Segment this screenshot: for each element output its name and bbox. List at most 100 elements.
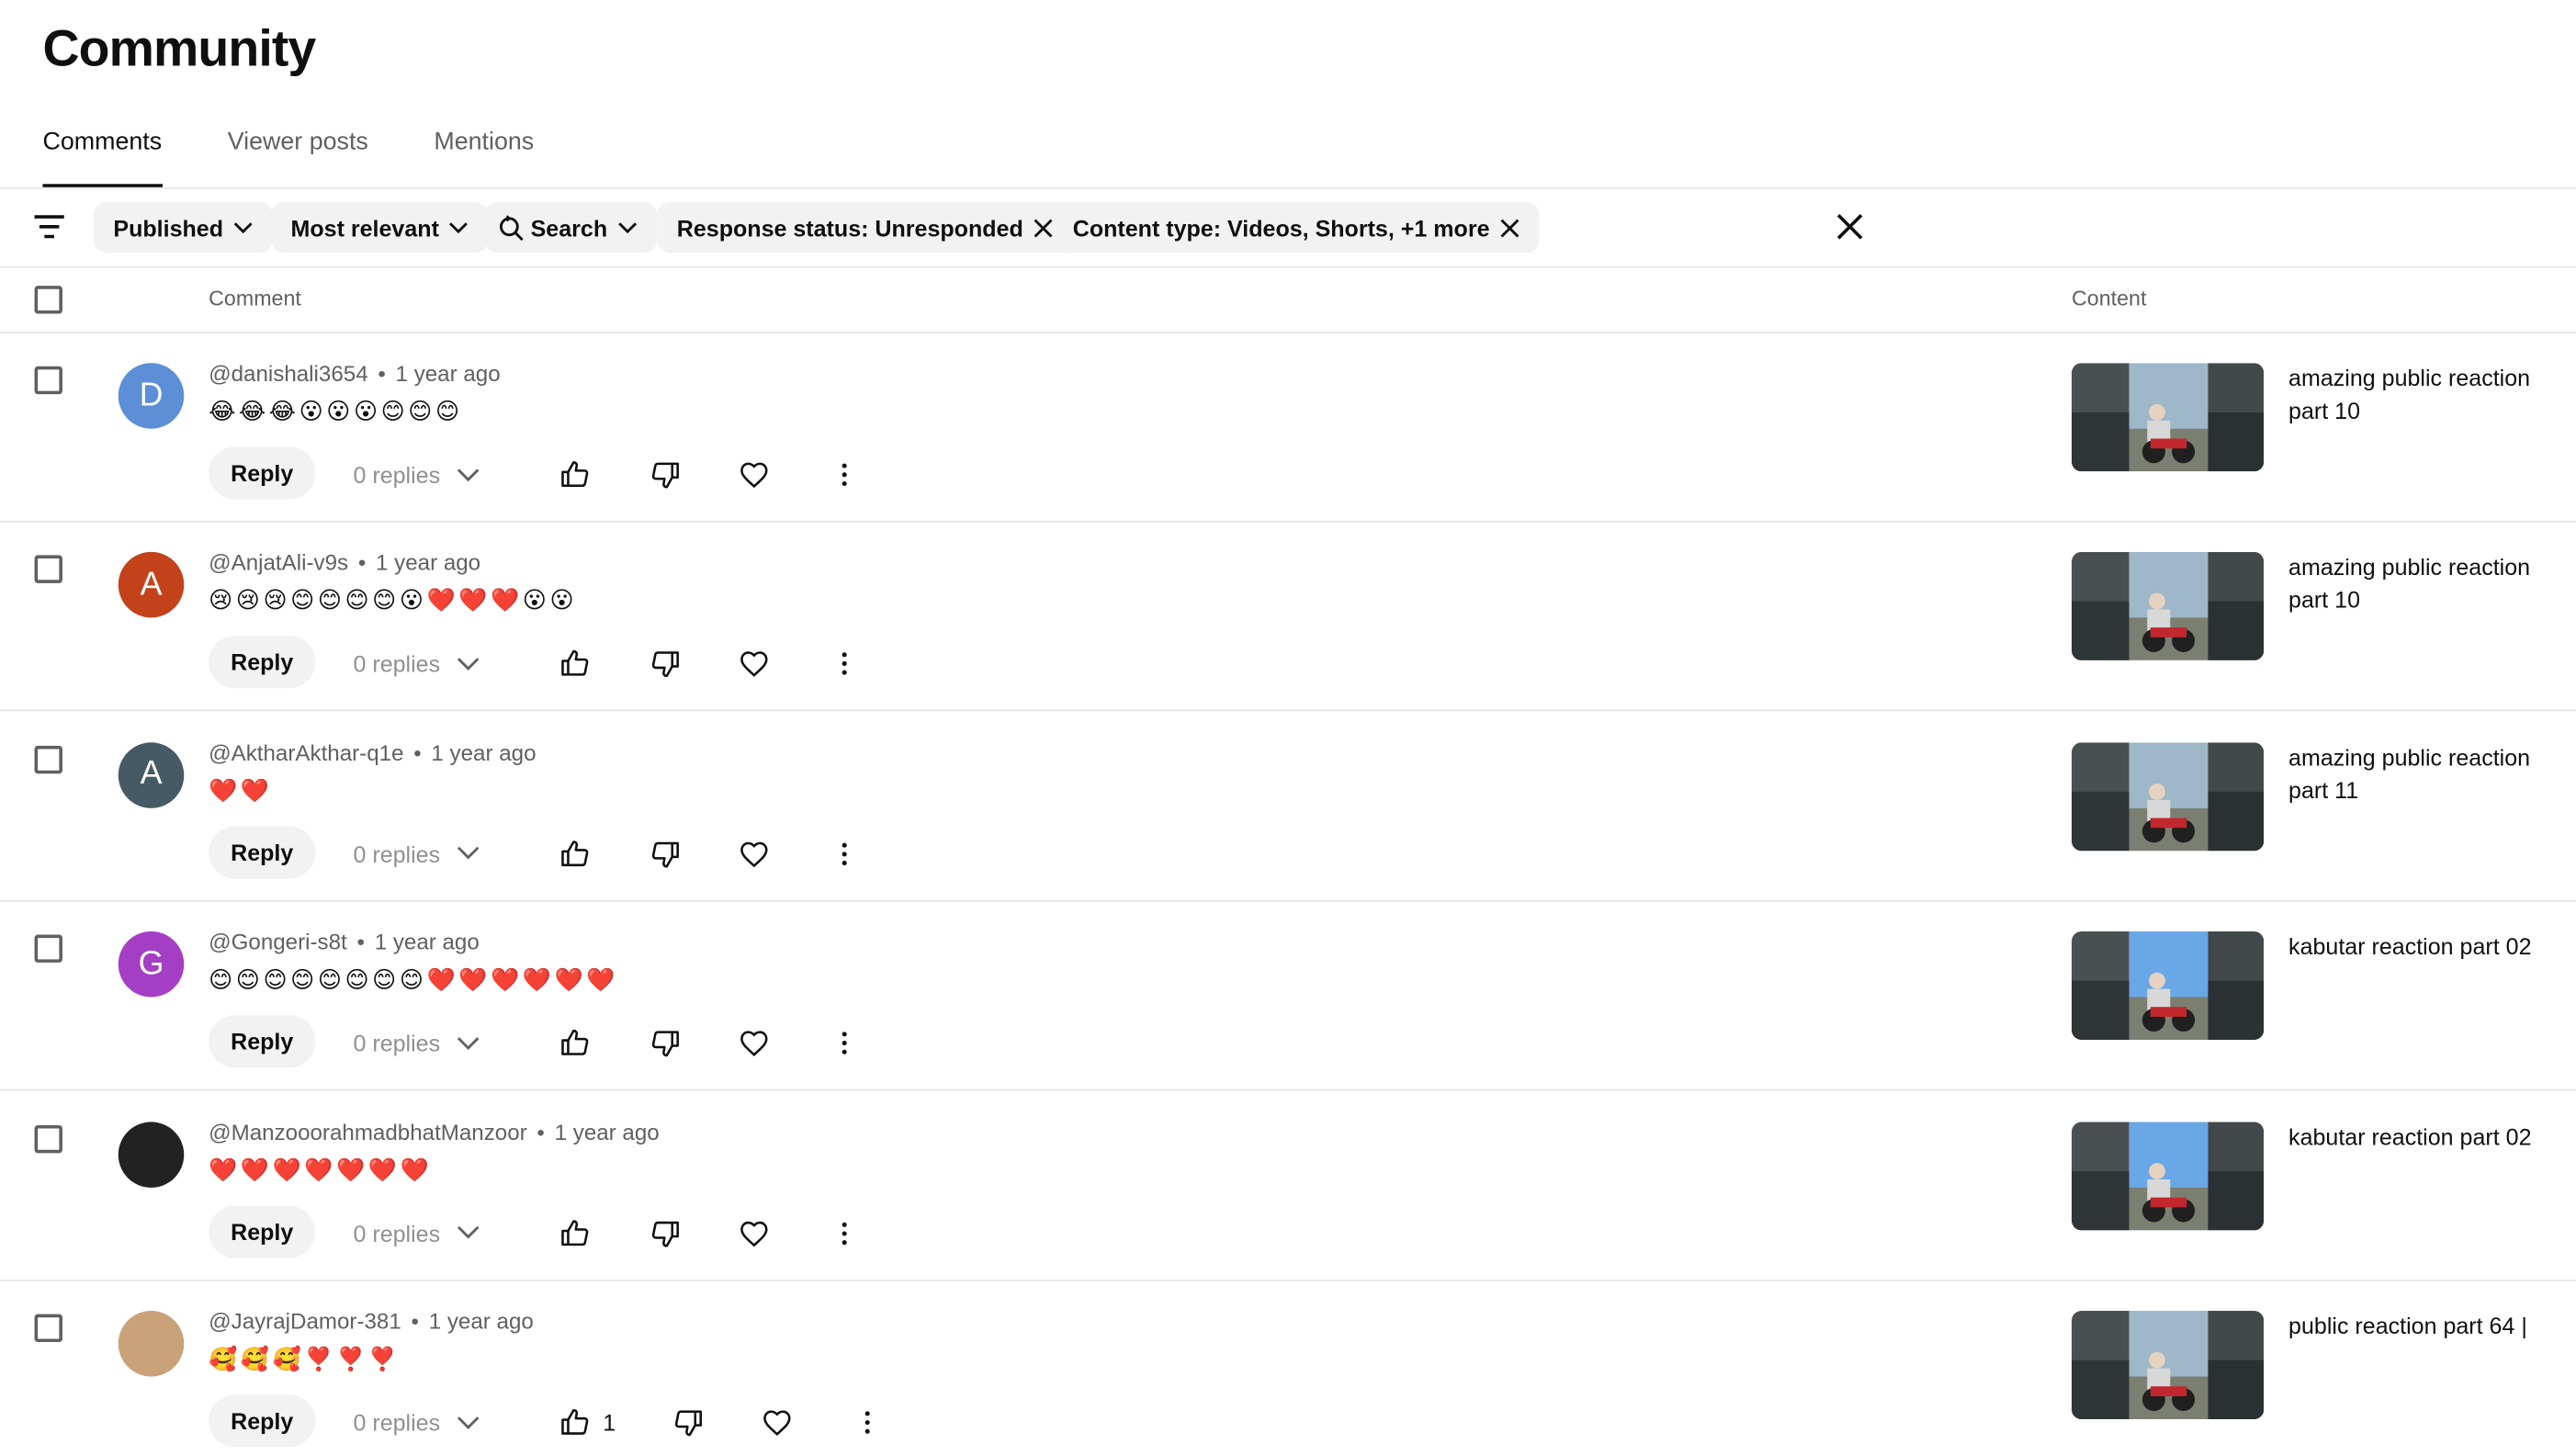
replies-dropdown[interactable]: 0 replies (353, 1409, 480, 1436)
comment-author[interactable]: @Gongeri-s8t (209, 930, 347, 954)
row-checkbox[interactable] (34, 366, 62, 395)
comment-row: @ManzooorahmadbhatManzoor • 1 year ago ❤️❤… (0, 1091, 2576, 1281)
thumbs-up-icon[interactable] (559, 838, 592, 871)
row-checkbox[interactable] (34, 934, 62, 964)
clear-filters-icon[interactable] (1832, 209, 1868, 244)
thumbs-up-icon[interactable] (559, 1027, 592, 1060)
row-checkbox[interactable] (34, 1314, 62, 1343)
sort-filter-chip[interactable]: Most relevant (271, 201, 489, 254)
replies-count: 0 replies (353, 1409, 441, 1436)
published-filter-label: Published (113, 214, 224, 241)
comment-time[interactable]: 1 year ago (376, 551, 480, 576)
comment-time[interactable]: 1 year ago (396, 361, 501, 386)
content-type-filter-label: Content type: Videos, Shorts, +1 more (1072, 214, 1490, 241)
comment-time[interactable]: 1 year ago (431, 740, 536, 765)
replies-dropdown[interactable]: 0 replies (353, 840, 480, 867)
search-refresh-icon (499, 214, 524, 241)
reply-button[interactable]: Reply (209, 1015, 316, 1068)
content-thumbnail[interactable] (2072, 1311, 2265, 1420)
response-status-filter-label: Response status: Unresponded (676, 214, 1023, 241)
content-thumbnail[interactable] (2072, 1121, 2265, 1230)
reply-button[interactable]: Reply (209, 1394, 316, 1448)
comment-time[interactable]: 1 year ago (375, 930, 480, 954)
thumbs-up-icon[interactable] (559, 1406, 592, 1439)
more-vert-icon[interactable] (828, 1216, 861, 1249)
content-title[interactable]: amazing public reaction part 10 (2288, 361, 2551, 427)
content-title[interactable]: public reaction part 64 | (2288, 1309, 2551, 1342)
row-checkbox[interactable] (34, 745, 62, 773)
close-icon[interactable] (1034, 218, 1053, 237)
search-filter-chip[interactable]: Search (484, 201, 657, 254)
comment-author[interactable]: @ManzooorahmadbhatManzoor (209, 1120, 527, 1145)
comment-author[interactable]: @danishali3654 (209, 361, 368, 386)
community-page: Community Comments Viewer posts Mentions… (0, 0, 2576, 1455)
close-icon[interactable] (1499, 218, 1519, 237)
comment-time[interactable]: 1 year ago (555, 1120, 660, 1145)
tab-viewer-posts[interactable]: Viewer posts (228, 128, 368, 186)
thumbs-down-icon[interactable] (649, 648, 682, 681)
avatar[interactable]: A (118, 741, 185, 808)
replies-count: 0 replies (353, 840, 441, 867)
more-vert-icon[interactable] (828, 838, 861, 871)
published-filter-chip[interactable]: Published (93, 201, 273, 254)
tab-bar: Comments Viewer posts Mentions (42, 128, 599, 187)
content-thumbnail[interactable] (2072, 741, 2265, 851)
content-thumbnail[interactable] (2072, 363, 2265, 472)
thumbs-up-icon[interactable] (559, 648, 592, 681)
content-title[interactable]: kabutar reaction part 02 (2288, 1120, 2551, 1153)
content-title[interactable]: amazing public reaction part 11 (2288, 740, 2551, 806)
comment-meta: @AnjatAli-v9s • 1 year ago (209, 551, 480, 576)
more-vert-icon[interactable] (828, 458, 861, 491)
comment-time[interactable]: 1 year ago (429, 1309, 534, 1334)
comment-row: G @Gongeri-s8t • 1 year ago 😊😊😊😊😊😊😊😊❤️❤️❤️… (0, 902, 2576, 1091)
avatar[interactable]: D (118, 363, 185, 429)
thumbs-down-icon[interactable] (649, 1216, 682, 1249)
content-title[interactable]: amazing public reaction part 10 (2288, 551, 2551, 617)
content-title[interactable]: kabutar reaction part 02 (2288, 930, 2551, 963)
heart-icon[interactable] (738, 458, 771, 491)
row-checkbox[interactable] (34, 1124, 62, 1153)
tab-comments[interactable]: Comments (42, 128, 162, 187)
avatar-initial: A (140, 566, 163, 603)
thumbs-up-icon[interactable] (559, 458, 592, 491)
content-thumbnail[interactable] (2072, 552, 2265, 661)
content-type-filter-chip[interactable]: Content type: Videos, Shorts, +1 more (1053, 201, 1540, 254)
response-status-filter-chip[interactable]: Response status: Unresponded (657, 201, 1073, 254)
comment-author[interactable]: @AnjatAli-v9s (209, 551, 348, 576)
comment-row: A @AnjatAli-v9s • 1 year ago 😢😢😢😊😊😊😊😮❤️❤️❤… (0, 523, 2576, 713)
avatar[interactable] (118, 1311, 185, 1377)
replies-dropdown[interactable]: 0 replies (353, 651, 480, 677)
comment-author[interactable]: @AktharAkthar-q1e (209, 740, 403, 765)
avatar[interactable] (118, 1121, 185, 1188)
replies-dropdown[interactable]: 0 replies (353, 1220, 480, 1246)
heart-icon[interactable] (738, 1027, 771, 1060)
avatar[interactable]: A (118, 552, 185, 619)
tab-mentions[interactable]: Mentions (434, 128, 534, 186)
reply-button[interactable]: Reply (209, 1204, 316, 1258)
comment-author[interactable]: @JayrajDamor-381 (209, 1309, 401, 1334)
filter-icon[interactable] (33, 210, 66, 243)
replies-dropdown[interactable]: 0 replies (353, 1031, 480, 1056)
more-vert-icon[interactable] (828, 1027, 861, 1060)
replies-dropdown[interactable]: 0 replies (353, 462, 480, 488)
reply-button[interactable]: Reply (209, 446, 316, 500)
select-all-checkbox[interactable] (34, 286, 62, 314)
thumbs-down-icon[interactable] (672, 1406, 705, 1439)
heart-icon[interactable] (738, 1216, 771, 1249)
thumbs-down-icon[interactable] (649, 458, 682, 491)
thumbs-down-icon[interactable] (649, 838, 682, 871)
reply-button[interactable]: Reply (209, 826, 316, 879)
heart-icon[interactable] (761, 1406, 794, 1439)
comment-row: A @AktharAkthar-q1e • 1 year ago ❤️❤️ Repl… (0, 713, 2576, 902)
thumbs-down-icon[interactable] (649, 1027, 682, 1060)
heart-icon[interactable] (738, 648, 771, 681)
heart-icon[interactable] (738, 838, 771, 871)
more-vert-icon[interactable] (828, 648, 861, 681)
more-vert-icon[interactable] (851, 1406, 884, 1439)
row-checkbox[interactable] (34, 556, 62, 584)
chevron-down-icon (457, 468, 480, 481)
reply-button[interactable]: Reply (209, 636, 316, 689)
content-thumbnail[interactable] (2072, 931, 2265, 1041)
avatar[interactable]: G (118, 931, 185, 998)
thumbs-up-icon[interactable] (559, 1216, 592, 1249)
